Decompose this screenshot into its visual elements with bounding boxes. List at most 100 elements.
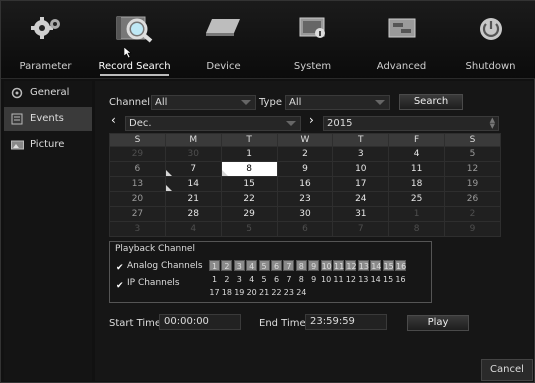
calendar-day[interactable]: 29 (109, 146, 166, 162)
calendar-day[interactable]: 9 (444, 221, 501, 237)
channel-toggle[interactable]: 15 (383, 274, 394, 285)
calendar-day[interactable]: 14 (164, 176, 222, 192)
analog-checkbox[interactable]: ✔ (116, 264, 124, 273)
channel-toggle[interactable]: 13 (357, 260, 369, 271)
start-time-field[interactable]: 00:00:00 (159, 314, 241, 330)
channel-toggle[interactable]: 9 (308, 260, 320, 271)
calendar-day[interactable]: 3 (332, 146, 390, 162)
calendar-day[interactable]: 20 (109, 191, 166, 207)
prev-month-icon[interactable]: ‹ (111, 113, 116, 127)
calendar-day[interactable]: 29 (220, 206, 278, 222)
nav-parameter[interactable]: Parameter (1, 1, 90, 79)
calendar-day[interactable]: 26 (444, 191, 501, 207)
channel-toggle[interactable]: 19 (234, 287, 245, 298)
channel-select[interactable]: All (151, 95, 256, 110)
calendar-day[interactable]: 31 (332, 206, 390, 222)
calendar-day[interactable]: 3 (109, 221, 166, 237)
channel-toggle[interactable]: 4 (246, 260, 258, 271)
ip-checkbox[interactable]: ✔ (116, 282, 124, 291)
sidebar-item-events[interactable]: Events (4, 107, 92, 131)
type-select[interactable]: All (285, 95, 390, 110)
channel-toggle[interactable]: 2 (221, 260, 233, 271)
calendar-day[interactable]: 2 (444, 206, 501, 222)
calendar-day[interactable]: 1 (220, 146, 278, 162)
channel-toggle[interactable]: 7 (283, 274, 294, 285)
channel-toggle[interactable]: 17 (209, 287, 220, 298)
calendar-day[interactable]: 6 (109, 161, 166, 177)
channel-toggle[interactable]: 16 (395, 260, 406, 271)
channel-toggle[interactable]: 18 (221, 287, 232, 298)
calendar-day[interactable]: 24 (332, 191, 390, 207)
calendar-day[interactable]: 4 (164, 221, 222, 237)
month-select[interactable]: Dec. (125, 116, 301, 131)
calendar-day[interactable]: 7 (332, 221, 390, 237)
channel-toggle[interactable]: 1 (209, 260, 220, 271)
channel-toggle[interactable]: 6 (271, 260, 282, 271)
calendar-day[interactable]: 22 (220, 191, 278, 207)
nav-shutdown[interactable]: Shutdown (446, 1, 535, 79)
channel-toggle[interactable]: 4 (246, 274, 257, 285)
channel-toggle[interactable]: 15 (382, 260, 394, 271)
sidebar-item-picture[interactable]: Picture (4, 133, 92, 157)
channel-toggle[interactable]: 5 (259, 274, 270, 285)
channel-toggle[interactable]: 11 (333, 274, 344, 285)
calendar-day[interactable]: 12 (444, 161, 501, 177)
calendar-day[interactable]: 8 (388, 221, 446, 237)
calendar-day[interactable]: 8 (220, 161, 278, 177)
calendar-day[interactable]: 4 (388, 146, 446, 162)
channel-toggle[interactable]: 14 (370, 274, 381, 285)
search-button[interactable]: Search (399, 94, 463, 110)
nav-advanced[interactable]: Advanced (357, 1, 446, 79)
calendar-day[interactable]: 11 (388, 161, 446, 177)
year-spinner[interactable]: 2015 ▲ ▼ (323, 116, 499, 131)
calendar-day[interactable]: 5 (220, 221, 278, 237)
channel-toggle[interactable]: 10 (321, 274, 332, 285)
channel-toggle[interactable]: 9 (308, 274, 319, 285)
channel-toggle[interactable]: 7 (283, 260, 295, 271)
channel-toggle[interactable]: 11 (333, 260, 344, 271)
channel-toggle[interactable]: 13 (358, 274, 369, 285)
channel-toggle[interactable]: 12 (345, 274, 356, 285)
calendar-day[interactable]: 16 (276, 176, 334, 192)
channel-toggle[interactable]: 8 (296, 274, 307, 285)
calendar-day[interactable]: 21 (164, 191, 222, 207)
calendar-day[interactable]: 28 (164, 206, 222, 222)
channel-toggle[interactable]: 23 (283, 287, 294, 298)
calendar-day[interactable]: 1 (388, 206, 446, 222)
channel-toggle[interactable]: 2 (221, 274, 232, 285)
calendar-day[interactable]: 30 (164, 146, 222, 162)
channel-toggle[interactable]: 24 (296, 287, 307, 298)
sidebar-item-general[interactable]: General (4, 81, 92, 105)
nav-record-search[interactable]: Record Search (90, 1, 179, 79)
channel-toggle[interactable]: 16 (395, 274, 406, 285)
channel-toggle[interactable]: 21 (259, 287, 270, 298)
nav-device[interactable]: Device (179, 1, 268, 79)
play-button[interactable]: Play (407, 315, 469, 331)
channel-toggle[interactable]: 22 (271, 287, 282, 298)
nav-system[interactable]: System (268, 1, 357, 79)
channel-toggle[interactable]: 1 (209, 274, 220, 285)
calendar-day[interactable]: 6 (276, 221, 334, 237)
calendar-day[interactable]: 27 (109, 206, 166, 222)
channel-toggle[interactable]: 10 (320, 260, 332, 271)
calendar-day[interactable]: 10 (332, 161, 390, 177)
calendar-day[interactable]: 19 (444, 176, 501, 192)
calendar-day[interactable]: 7 (164, 161, 222, 177)
calendar-day[interactable]: 5 (444, 146, 501, 162)
channel-toggle[interactable]: 12 (345, 260, 357, 271)
channel-toggle[interactable]: 3 (234, 274, 245, 285)
calendar-day[interactable]: 17 (332, 176, 390, 192)
calendar-day[interactable]: 30 (276, 206, 334, 222)
calendar-day[interactable]: 13 (109, 176, 166, 192)
calendar-day[interactable]: 9 (276, 161, 334, 177)
channel-toggle[interactable]: 3 (233, 260, 245, 271)
next-month-icon[interactable]: › (309, 113, 314, 127)
calendar-day[interactable]: 23 (276, 191, 334, 207)
channel-toggle[interactable]: 6 (271, 274, 282, 285)
channel-toggle[interactable]: 8 (295, 260, 307, 271)
calendar-day[interactable]: 2 (276, 146, 334, 162)
calendar-day[interactable]: 18 (388, 176, 446, 192)
channel-toggle[interactable]: 14 (370, 260, 381, 271)
calendar-day[interactable]: 15 (220, 176, 278, 192)
channel-toggle[interactable]: 5 (258, 260, 270, 271)
